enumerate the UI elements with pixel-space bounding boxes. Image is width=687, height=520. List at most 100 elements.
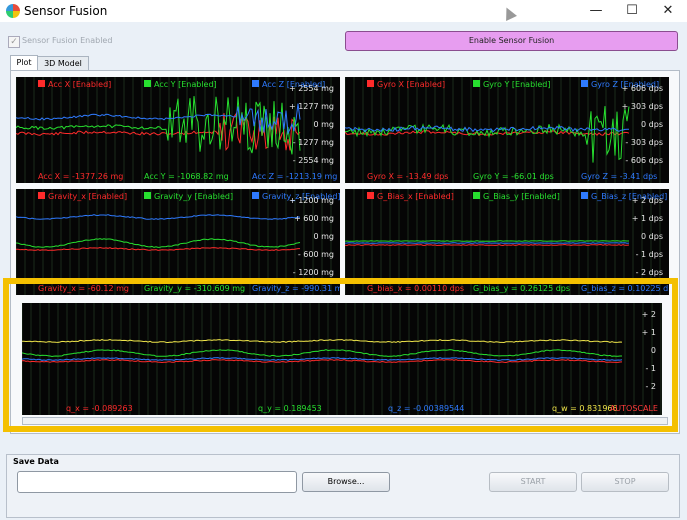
sensor-fusion-checkbox-label: Sensor Fusion Enabled (22, 36, 113, 45)
browse-button[interactable]: Browse... (302, 472, 390, 492)
acc-legend-item[interactable]: Acc Y [Enabled] (154, 80, 217, 89)
gyro-series-y (345, 106, 630, 163)
acc-tick-label: - 1277 mg (293, 138, 334, 147)
gravity-readout: Gravity_y = -310.609 mg (144, 284, 245, 293)
acc-plot-svg: Acc X [Enabled] Acc Y [Enabled] Acc Z [Ena… (16, 77, 337, 183)
quat-tick-label: + 2 (642, 310, 656, 319)
quat-readout: q_w = 0.831966 (552, 404, 618, 413)
gravity-tick-label: 0 mg (313, 232, 334, 241)
gbias-legend-item[interactable]: G_Bias_y [Enabled] (483, 192, 560, 201)
gravity-legend-item[interactable]: Gravity_y [Enabled] (154, 192, 233, 201)
acc-legend-swatch (144, 80, 151, 87)
gyro-legend-swatch (473, 80, 480, 87)
gravity-tick-label: + 1200 mg (289, 196, 334, 205)
gyro-legend-swatch (581, 80, 588, 87)
gbias-legend-swatch (367, 192, 374, 199)
quat-readout: q_y = 0.189453 (258, 404, 322, 413)
gbias-plot: G_Bias_x [Enabled] G_Bias_y [Enabled] G_Bi… (345, 189, 669, 295)
client-area: ✓ Sensor Fusion Enabled Enable Sensor Fu… (0, 22, 687, 520)
sensor-fusion-checkbox[interactable]: ✓ (8, 36, 20, 48)
gyro-readout: Gyro X = -13.49 dps (367, 172, 448, 181)
acc-tick-label: + 2554 mg (289, 84, 334, 93)
gbias-tick-label: + 1 dps (632, 214, 663, 223)
gravity-tick-label: - 1200 mg (293, 268, 334, 277)
maximize-button[interactable]: ☐ (614, 0, 650, 22)
quat-tick-label: 0 (651, 346, 656, 355)
gyro-readout: Gyro Y = -66.01 dps (473, 172, 554, 181)
gyro-legend-item[interactable]: Gyro X [Enabled] (377, 80, 445, 89)
quat-readout: q_x = -0.089263 (66, 404, 133, 413)
gravity-readout: Gravity_x = -60.12 mg (38, 284, 129, 293)
gyro-tick-label: + 303 dps (622, 102, 663, 111)
gravity-legend-swatch (252, 192, 259, 199)
gbias-legend-swatch (581, 192, 588, 199)
gbias-readout: G_bias_z = 0.10225 dps (581, 284, 669, 293)
enable-sensor-fusion-button[interactable]: Enable Sensor Fusion (345, 31, 678, 51)
tab-plot[interactable]: Plot (10, 55, 38, 71)
gbias-tick-label: + 2 dps (632, 196, 663, 205)
gbias-tick-label: - 2 dps (636, 268, 663, 277)
gbias-readout: G_bias_x = 0.00110 dps (367, 284, 464, 293)
gyro-tick-label: - 606 dps (625, 156, 663, 165)
quat-plot-svg: + 2 + 1 0 - 1 - 2 q_x = -0.089263 q_y = 0.1894… (22, 303, 662, 415)
stop-button[interactable]: STOP (581, 472, 669, 492)
app-icon (6, 4, 20, 18)
quat-tick-label: - 1 (645, 364, 656, 373)
gbias-tick-label: - 1 dps (636, 250, 663, 259)
acc-tick-label: - 2554 mg (293, 156, 334, 165)
acc-tick-label: 0 mg (313, 120, 334, 129)
gyro-tick-label: - 303 dps (625, 138, 663, 147)
acc-legend-swatch (252, 80, 259, 87)
gravity-readout: Gravity_z = -990.31 mg (252, 284, 340, 293)
quat-tick-label: + 1 (642, 328, 656, 337)
gravity-series-z (16, 214, 301, 220)
gravity-legend-swatch (144, 192, 151, 199)
gyro-legend-swatch (367, 80, 374, 87)
acc-legend-swatch (38, 80, 45, 87)
gbias-tick-label: 0 dps (641, 232, 663, 241)
gyro-plot: Gyro X [Enabled] Gyro Y [Enabled] Gyro Z [… (345, 77, 669, 183)
mouse-cursor-icon (501, 5, 517, 21)
start-button[interactable]: START (489, 472, 577, 492)
acc-tick-label: + 1277 mg (289, 102, 334, 111)
gyro-readout: Gyro Z = -3.41 dps (581, 172, 657, 181)
plot-scrollbar[interactable] (22, 417, 668, 425)
gbias-plot-svg: G_Bias_x [Enabled] G_Bias_y [Enabled] G_Bi… (345, 189, 669, 295)
acc-plot: Acc X [Enabled] Acc Y [Enabled] Acc Z [Ena… (16, 77, 340, 183)
save-data-title: Save Data (13, 457, 59, 466)
gravity-plot-svg: Gravity_x [Enabled] Gravity_y [Enabled] Gr… (16, 189, 340, 295)
gyro-tick-label: + 606 dps (622, 84, 663, 93)
gbias-legend-swatch (473, 192, 480, 199)
save-data-group: Save Data Browse... START STOP (6, 454, 680, 518)
gyro-legend-item[interactable]: Gyro Y [Enabled] (483, 80, 550, 89)
gravity-series-x (16, 246, 300, 251)
gravity-legend-swatch (38, 192, 45, 199)
gyro-tick-label: 0 dps (641, 120, 663, 129)
acc-legend-item[interactable]: Acc X [Enabled] (48, 80, 111, 89)
close-button[interactable]: ✕ (650, 0, 686, 22)
quaternion-plot: + 2 + 1 0 - 1 - 2 q_x = -0.089263 q_y = 0.1894… (22, 303, 662, 415)
gravity-tick-label: - 600 mg (298, 250, 334, 259)
gravity-tick-label: + 600 mg (294, 214, 334, 223)
gravity-legend-item[interactable]: Gravity_x [Enabled] (48, 192, 127, 201)
acc-readout: Acc Z = -1213.19 mg (252, 172, 337, 181)
window-title: Sensor Fusion (24, 4, 108, 18)
autoscale-label[interactable]: AUTOSCALE (610, 404, 658, 413)
acc-readout: Acc X = -1377.26 mg (38, 172, 123, 181)
gravity-series-y (16, 238, 301, 248)
tab-3d-model[interactable]: 3D Model (37, 56, 89, 71)
minimize-button[interactable]: — (578, 0, 614, 22)
gbias-series-x (345, 243, 630, 247)
gyro-plot-svg: Gyro X [Enabled] Gyro Y [Enabled] Gyro Z [… (345, 77, 663, 183)
gbias-readout: G_bias_y = 0.26125 dps (473, 284, 570, 293)
gbias-legend-item[interactable]: G_Bias_x [Enabled] (377, 192, 454, 201)
acc-series-y (16, 96, 301, 155)
quat-readout: q_z = -0.00389544 (388, 404, 464, 413)
plot-panel: Acc X [Enabled] Acc Y [Enabled] Acc Z [Ena… (10, 70, 680, 434)
acc-readout: Acc Y = -1068.82 mg (144, 172, 229, 181)
quat-tick-label: - 2 (645, 382, 656, 391)
title-bar: Sensor Fusion — ☐ ✕ (0, 0, 687, 22)
acc-series-z (16, 103, 301, 136)
gravity-plot: Gravity_x [Enabled] Gravity_y [Enabled] Gr… (16, 189, 340, 295)
save-path-input[interactable] (17, 471, 297, 493)
